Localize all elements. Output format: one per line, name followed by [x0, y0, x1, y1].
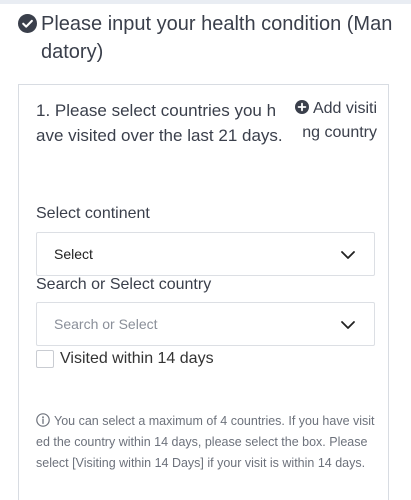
continent-label: Select continent — [36, 205, 150, 222]
info-note: You can select a maximum of 4 countries.… — [36, 411, 376, 474]
visited-14-days-label: Visited within 14 days — [60, 350, 214, 367]
check-circle-icon — [18, 14, 37, 33]
chevron-down-icon — [341, 251, 355, 259]
country-select-placeholder: Search or Select — [54, 316, 158, 332]
add-visiting-country-button[interactable]: Add visiting country — [291, 97, 377, 145]
chevron-down-icon — [341, 321, 355, 329]
section-title-text: Please input your health condition (Mand… — [41, 13, 393, 63]
info-icon — [36, 413, 50, 427]
continent-select[interactable]: Select — [36, 232, 375, 276]
info-text: You can select a maximum of 4 countries.… — [36, 414, 375, 470]
country-label: Search or Select country — [36, 276, 212, 293]
add-visiting-country-label: Add visiting country — [302, 100, 377, 141]
visited-14-days-option[interactable]: Visited within 14 days — [36, 350, 214, 368]
top-divider — [0, 0, 411, 4]
continent-select-value: Select — [54, 246, 93, 262]
question-text: 1. Please select countries you have visi… — [36, 101, 283, 145]
section-title: Please input your health condition (Mand… — [18, 10, 398, 66]
country-select[interactable]: Search or Select — [36, 302, 375, 346]
plus-circle-icon — [294, 100, 309, 114]
visited-countries-card: 1. Please select countries you have visi… — [18, 84, 389, 500]
health-condition-page: Please input your health condition (Mand… — [0, 0, 411, 500]
visited-14-days-checkbox[interactable] — [36, 350, 54, 368]
